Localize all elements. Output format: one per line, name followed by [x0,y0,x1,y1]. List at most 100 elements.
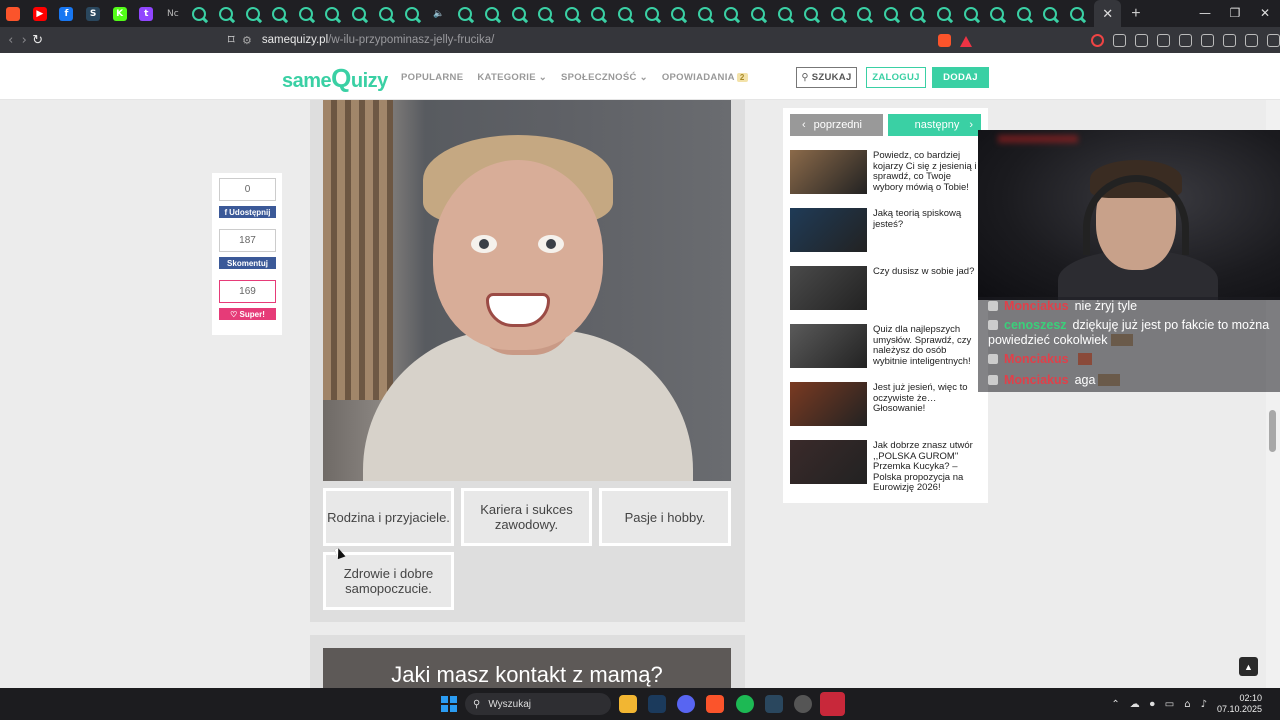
scroll-to-top-button[interactable]: ▲ [1239,657,1258,676]
quiz-title[interactable]: Powiedz, co bardziej kojarzy Ci się z je… [873,150,981,193]
site-logo[interactable]: sameQuizy [282,63,388,94]
sidebar-icon[interactable] [1179,33,1192,47]
close-window-icon[interactable]: ✕ [1250,0,1280,27]
browser-tab[interactable] [931,0,958,27]
answer-option[interactable]: Kariera i sukces zawodowy. [461,488,592,546]
browser-tab[interactable] [957,0,984,27]
browser-tab[interactable] [691,0,718,27]
browser-tab[interactable] [346,0,373,27]
menu-community[interactable]: SPOŁECZNOŚĆ ⌄ [561,72,648,83]
menu-popular[interactable]: POPULARNE [401,72,463,83]
browser-tab[interactable] [293,0,320,27]
cloud-icon[interactable]: ☁ [1130,699,1140,710]
quiz-list-item[interactable]: Jest już jesień, więc to oczywiste że… G… [790,382,985,432]
quiz-list-item[interactable]: Powiedz, co bardziej kojarzy Ci się z je… [790,150,985,200]
leo-ai-icon[interactable] [1223,33,1236,47]
site-info-icon[interactable]: ⚙ [242,34,252,47]
url-field[interactable]: ⚙ samequizy.pl/w-ilu-przypominasz-jelly-… [242,29,932,51]
search-button[interactable]: ⚲ SZUKAJ [796,67,857,88]
browser-tab[interactable] [771,0,798,27]
minimize-icon[interactable]: — [1190,0,1220,27]
menu-stories[interactable]: OPOWIADANIA 2 [662,72,748,83]
clock[interactable]: 02:10 07.10.2025 [1217,693,1262,715]
browser-tab[interactable]: S [80,0,107,27]
record-icon[interactable] [1091,33,1104,47]
quiz-thumbnail[interactable] [790,208,867,252]
network-icon[interactable]: ⌂ [1184,699,1190,710]
browser-tab[interactable] [186,0,213,27]
quiz-list-item[interactable]: Jak dobrze znasz utwór ,,POLSKA GUROM" P… [790,440,985,493]
browser-tab[interactable] [452,0,479,27]
quiz-thumbnail[interactable] [790,440,867,484]
quiz-list-item[interactable]: Quiz dla najlepszych umysłów. Sprawdź, c… [790,324,985,374]
browser-tab[interactable] [372,0,399,27]
quiz-title[interactable]: Jaką teorią spiskową jesteś? [873,208,981,230]
answer-option[interactable]: Zdrowie i dobre samopoczucie. [323,552,454,610]
browser-tab[interactable]: f [53,0,80,27]
forward-icon[interactable]: › [18,33,32,48]
browser-tab[interactable] [718,0,745,27]
browser-tab[interactable] [665,0,692,27]
browser-tab[interactable] [851,0,878,27]
next-quiz-button[interactable]: następny › [888,114,981,136]
browser-tab[interactable]: t [133,0,160,27]
volume-icon[interactable]: ♪ [1201,699,1207,710]
share-button[interactable]: f Udostępnij [219,206,276,218]
maximize-icon[interactable]: ❐ [1220,0,1250,27]
browser-tab[interactable] [505,0,532,27]
close-tab-icon[interactable]: ✕ [1102,6,1113,22]
brave-rewards-icon[interactable] [960,34,972,47]
add-button[interactable]: DODAJ [932,67,989,88]
display-icon[interactable]: ▭ [1165,699,1174,710]
browser-tab[interactable] [1011,0,1038,27]
discord-icon[interactable] [677,695,695,713]
browser-tab[interactable] [532,0,559,27]
browser-tab[interactable] [319,0,346,27]
menu-categories[interactable]: KATEGORIE ⌄ [477,72,547,83]
quiz-title[interactable]: Jak dobrze znasz utwór ,,POLSKA GUROM" P… [873,440,981,494]
taskbar-search[interactable]: ⚲ Wyszukaj [465,693,611,715]
brave-shields-icon[interactable] [938,33,951,47]
quiz-list-item[interactable]: Czy dusisz w sobie jad? [790,266,985,316]
browser-tab[interactable] [798,0,825,27]
browser-tab[interactable]: Nc [160,0,187,27]
browser-tab[interactable] [0,0,27,27]
browser-tab[interactable] [638,0,665,27]
browser-tab[interactable] [984,0,1011,27]
browser-tab[interactable] [1037,0,1064,27]
browser-tab[interactable] [1064,0,1091,27]
wallet-icon[interactable] [1201,33,1214,47]
quiz-list-item[interactable]: Jaką teorią spiskową jesteś? [790,208,985,258]
browser-tab[interactable] [266,0,293,27]
browser-tab[interactable] [904,0,931,27]
quiz-thumbnail[interactable] [790,266,867,310]
music-icon[interactable] [1157,33,1170,47]
quiz-thumbnail[interactable] [790,150,867,194]
comment-button[interactable]: Skomentuj [219,257,276,269]
prev-quiz-button[interactable]: ‹ poprzedni [790,114,883,136]
reload-icon[interactable]: ↻ [31,33,45,48]
chevron-up-icon[interactable]: ⌃ [1111,699,1119,710]
browser-tab[interactable] [239,0,266,27]
super-button[interactable]: ♡ Super! [219,308,276,320]
obs-icon[interactable] [794,695,812,713]
quiz-title[interactable]: Jest już jesień, więc to oczywiste że… G… [873,382,981,415]
quiz-title[interactable]: Quiz dla najlepszych umysłów. Sprawdź, c… [873,324,981,367]
login-button[interactable]: ZALOGUJ [866,67,926,88]
spotify-icon[interactable] [736,695,754,713]
screenshot-icon[interactable] [1135,33,1148,47]
browser-tab[interactable] [213,0,240,27]
browser-tab[interactable] [399,0,426,27]
quiz-thumbnail[interactable] [790,324,867,368]
browser-tab[interactable] [824,0,851,27]
steam-icon[interactable] [648,695,666,713]
windows-start-icon[interactable] [441,696,457,712]
quiz-title[interactable]: Czy dusisz w sobie jad? [873,266,981,278]
bookmark-icon[interactable]: ⌑ [225,33,239,48]
file-explorer-icon[interactable] [619,695,637,713]
browser-tab[interactable] [585,0,612,27]
browser-tab[interactable] [745,0,772,27]
back-icon[interactable]: ‹ [4,33,18,48]
browser-tab[interactable]: 🔈 [426,0,453,27]
browser-tab[interactable] [878,0,905,27]
